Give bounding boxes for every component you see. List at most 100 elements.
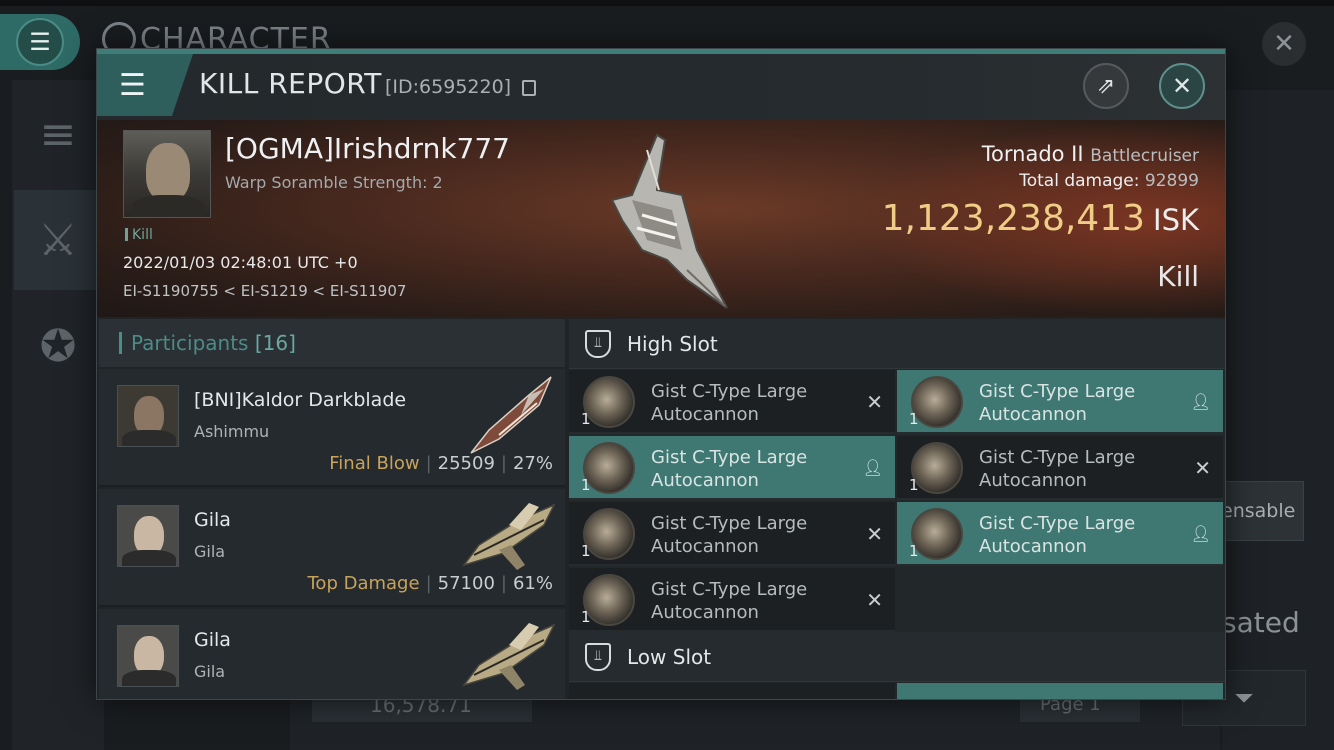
participant-row[interactable]: [BNI]Kaldor Darkblade Ashimmu Final Blow… — [99, 369, 565, 487]
participant-ship-image — [470, 376, 552, 454]
x-icon: ✕ — [1194, 456, 1211, 480]
participant-ship: Gila — [194, 662, 226, 681]
participant-ship-image — [462, 503, 556, 570]
participants-title: Participants [16] — [131, 331, 296, 355]
item-quantity: 1 — [581, 608, 591, 626]
ship-name-text: Tornado II — [981, 142, 1084, 166]
item-quantity: 1 — [581, 410, 591, 428]
slot-item[interactable]: 1 Gist C-Type Large Autocannon 👤︎ — [569, 436, 895, 500]
kill-report-modal: ☰ KILL REPORT [ID:6595220] ⇗ ✕ [OGMA]Iri… — [96, 48, 1226, 700]
victim-banner: [OGMA]Irishdrnk777 Warp Soramble Strengt… — [97, 120, 1225, 317]
item-name-line2: Autocannon — [651, 404, 759, 425]
participant-name: Gila — [194, 629, 231, 651]
participant-damage: 57100 — [437, 573, 495, 594]
slot-item-partial[interactable] — [569, 683, 895, 699]
bg-sidebar-combat-icon[interactable]: ⚔ — [14, 190, 102, 290]
slot-item[interactable]: 1 Gist C-Type Large Autocannon ✕ — [897, 436, 1223, 500]
slot-item[interactable]: 1 Gist C-Type Large Autocannon 👤︎ — [897, 370, 1223, 434]
autocannon-icon — [583, 574, 635, 626]
avatar[interactable] — [117, 625, 179, 687]
ship-class: Battlecruiser — [1090, 146, 1199, 166]
high-slot-header: ⫫ High Slot — [569, 319, 1225, 369]
participant-ship: Ashimmu — [194, 422, 270, 441]
isk-value: 1,123,238,413 ISK — [882, 198, 1199, 239]
bg-dispensable-button[interactable]: ensable — [1216, 481, 1304, 541]
item-name: Gist C-Type Large Autocannon — [651, 578, 851, 624]
total-damage-value: 92899 — [1144, 171, 1199, 191]
item-name-line1: Gist C-Type Large — [979, 513, 1136, 534]
bg-sidebar-star-icon[interactable]: ✪ — [14, 296, 102, 396]
victim-portrait[interactable] — [123, 130, 211, 218]
participant-ship-image — [462, 623, 556, 690]
bg-hamburger-icon: ☰ — [16, 18, 64, 66]
top-strip — [0, 0, 1334, 6]
fittings-panel: ⫫ High Slot 1 Gist C-Type Large Autocanno… — [569, 319, 1225, 699]
portrait-body — [132, 195, 204, 217]
item-name-line1: Gist C-Type Large — [651, 579, 808, 600]
participants-panel: Participants [16] [BNI]Kaldor Darkblade … — [99, 319, 565, 699]
item-quantity: 1 — [581, 476, 591, 494]
copy-icon[interactable] — [522, 80, 536, 96]
slot-item-partial[interactable] — [897, 683, 1223, 699]
slot-shield-icon: ⫫ — [585, 330, 611, 358]
autocannon-icon — [911, 376, 963, 428]
kill-tag: Kill — [125, 227, 153, 243]
low-slot-header: ⫫ Low Slot — [569, 632, 1225, 682]
result-label: Kill — [1157, 260, 1199, 293]
autocannon-icon — [583, 442, 635, 494]
system-path: EI-S1190755 < EI-S1219 < EI-S11907 — [123, 282, 407, 300]
item-name-line2: Autocannon — [651, 470, 759, 491]
item-name-line1: Gist C-Type Large — [651, 381, 808, 402]
participant-damage: 25509 — [437, 453, 495, 474]
participants-title-text: Participants — [131, 331, 249, 355]
top-damage-tag: Top Damage — [307, 573, 420, 594]
bg-close-icon[interactable]: ✕ — [1262, 22, 1306, 66]
avatar-body — [122, 430, 176, 446]
item-name-line1: Gist C-Type Large — [651, 513, 808, 534]
item-name: Gist C-Type Large Autocannon — [651, 380, 851, 426]
avatar-body — [122, 550, 176, 566]
bg-main-menu-button[interactable]: ☰ — [0, 14, 80, 70]
bg-dispensable-label: ensable — [1221, 500, 1296, 522]
slot-item[interactable]: 1 Gist C-Type Large Autocannon 👤︎ — [897, 502, 1223, 566]
x-icon: ✕ — [866, 522, 883, 546]
close-icon[interactable]: ✕ — [1159, 63, 1205, 109]
total-damage: Total damage: 92899 — [1019, 171, 1199, 191]
person-icon: 👤︎ — [1190, 524, 1211, 543]
bg-sidebar-list-icon[interactable]: ≡ — [14, 84, 102, 184]
bg-compensated-text: sated — [1222, 606, 1300, 639]
participant-ship: Gila — [194, 542, 226, 561]
victim-ship-image[interactable] — [587, 130, 737, 310]
avatar[interactable] — [117, 505, 179, 567]
item-name-line1: Gist C-Type Large — [979, 381, 1136, 402]
item-name-line2: Autocannon — [979, 470, 1087, 491]
item-quantity: 1 — [909, 410, 919, 428]
participants-header-bar — [119, 332, 122, 354]
slot-item[interactable]: 1 Gist C-Type Large Autocannon ✕ — [569, 568, 895, 632]
victim-name[interactable]: [OGMA]Irishdrnk777 — [225, 132, 510, 165]
item-name: Gist C-Type Large Autocannon — [979, 512, 1179, 558]
modal-title: KILL REPORT — [199, 67, 382, 100]
participants-count: [16] — [254, 331, 296, 355]
warp-scramble-text: Warp Soramble Strength: 2 — [225, 173, 443, 192]
avatar[interactable] — [117, 385, 179, 447]
item-name: Gist C-Type Large Autocannon — [651, 446, 851, 492]
participant-row[interactable]: Gila Gila Top Damage | 57100 | 61% — [99, 489, 565, 607]
participant-stats: Top Damage | 57100 | 61% — [307, 573, 554, 594]
ship-name: Tornado II Battlecruiser — [982, 142, 1199, 166]
item-name-line1: Gist C-Type Large — [651, 447, 808, 468]
participant-percent: 61% — [512, 573, 553, 594]
kill-datetime: 2022/01/03 02:48:01 UTC +0 — [123, 253, 358, 272]
slot-item[interactable]: 1 Gist C-Type Large Autocannon ✕ — [569, 502, 895, 566]
autocannon-icon — [911, 508, 963, 560]
person-icon: 👤︎ — [862, 458, 883, 477]
participants-header: Participants [16] — [99, 319, 565, 367]
share-icon[interactable]: ⇗ — [1083, 63, 1129, 109]
autocannon-icon — [911, 442, 963, 494]
participant-row[interactable]: Gila Gila — [99, 609, 565, 699]
slot-item[interactable]: 1 Gist C-Type Large Autocannon ✕ — [569, 370, 895, 434]
item-name: Gist C-Type Large Autocannon — [979, 446, 1179, 492]
item-name-line2: Autocannon — [651, 602, 759, 623]
bg-right-panel — [1222, 90, 1334, 750]
item-name: Gist C-Type Large Autocannon — [979, 380, 1179, 426]
